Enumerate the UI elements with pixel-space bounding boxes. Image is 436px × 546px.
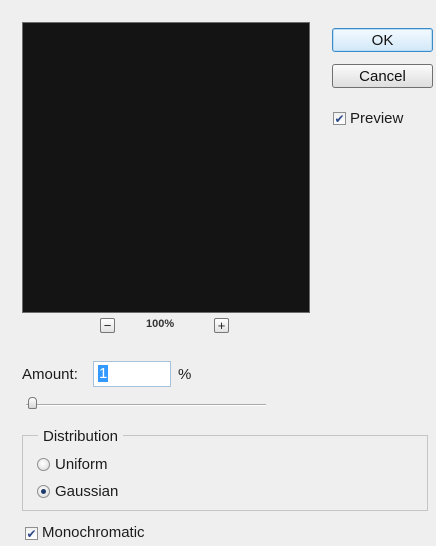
cancel-button-label: Cancel — [359, 67, 406, 85]
monochromatic-checkbox[interactable]: ✔ — [25, 527, 38, 540]
cancel-button[interactable]: Cancel — [332, 64, 433, 88]
uniform-radio[interactable] — [37, 458, 50, 471]
filter-preview-canvas[interactable] — [22, 22, 310, 313]
monochromatic-label: Monochromatic — [42, 524, 145, 541]
preview-checkbox[interactable]: ✔ — [333, 112, 346, 125]
ok-button[interactable]: OK — [332, 28, 433, 52]
amount-slider-thumb[interactable] — [28, 397, 38, 409]
zoom-out-button[interactable]: − — [100, 318, 115, 333]
preview-label: Preview — [350, 110, 404, 127]
zoom-in-button[interactable]: + — [214, 318, 229, 333]
checkmark-icon: ✔ — [26, 526, 37, 541]
amount-input[interactable]: 1 — [93, 361, 171, 387]
distribution-legend: Distribution — [38, 428, 124, 445]
gaussian-label: Gaussian — [55, 483, 119, 500]
amount-unit: % — [178, 366, 192, 383]
zoom-level: 100% — [146, 318, 175, 330]
plus-icon: + — [217, 318, 226, 333]
amount-slider-track[interactable] — [26, 404, 266, 406]
gaussian-radio[interactable] — [37, 485, 50, 498]
amount-value: 1 — [98, 365, 109, 382]
ok-button-label: OK — [371, 31, 394, 49]
uniform-label: Uniform — [55, 456, 108, 473]
amount-label: Amount: — [22, 366, 78, 383]
checkmark-icon: ✔ — [334, 111, 345, 126]
minus-icon: − — [103, 318, 112, 333]
